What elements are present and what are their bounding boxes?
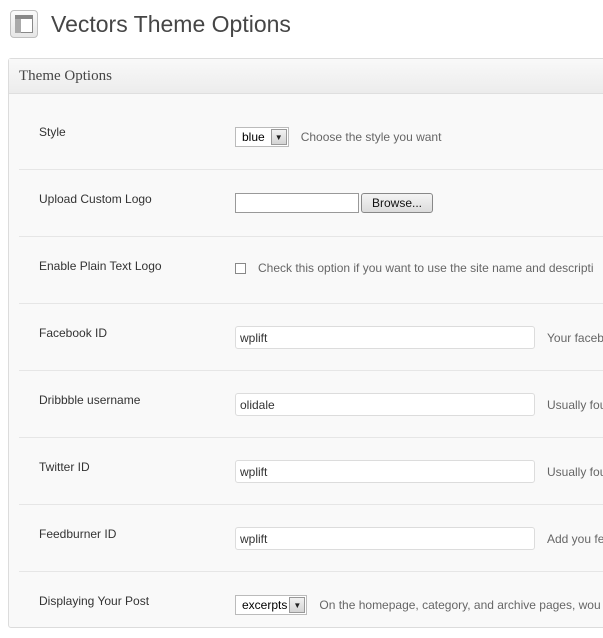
logo-file-input[interactable] xyxy=(235,193,359,213)
feedburner-row: Feedburner ID wplift Add you fe xyxy=(19,505,603,572)
browse-button[interactable]: Browse... xyxy=(361,193,434,213)
chevron-down-icon[interactable]: ▼ xyxy=(289,597,306,613)
style-row: Style blue ▼ Choose the style you want xyxy=(19,103,603,170)
display-post-label: Displaying Your Post xyxy=(39,594,150,608)
chevron-down-icon[interactable]: ▼ xyxy=(270,129,287,145)
page-header: Vectors Theme Options xyxy=(10,6,291,42)
logo-row: Upload Custom Logo Browse... xyxy=(19,170,603,237)
dribbble-hint: Usually fou xyxy=(547,397,603,412)
feedburner-hint: Add you fe xyxy=(547,531,603,546)
twitter-row: Twitter ID wplift Usually fou xyxy=(19,438,603,505)
feedburner-id-input[interactable]: wplift xyxy=(235,527,535,550)
facebook-label: Facebook ID xyxy=(39,326,108,340)
appearance-options-icon xyxy=(10,10,38,38)
plain-text-logo-row: Enable Plain Text Logo Check this option… xyxy=(19,237,603,304)
dribbble-username-input[interactable]: olidale xyxy=(235,393,535,416)
feedburner-label: Feedburner ID xyxy=(39,527,117,541)
plain-text-logo-label: Enable Plain Text Logo xyxy=(39,259,162,273)
logo-label: Upload Custom Logo xyxy=(39,192,152,206)
facebook-row: Facebook ID wplift Your faceb xyxy=(19,304,603,371)
facebook-id-input[interactable]: wplift xyxy=(235,326,535,349)
style-hint: Choose the style you want xyxy=(300,130,442,144)
display-post-row: Displaying Your Post excerpts ▼ On the h… xyxy=(19,572,603,638)
twitter-hint: Usually fou xyxy=(547,464,603,479)
panel-title: Theme Options xyxy=(9,59,603,94)
plain-text-logo-hint: Check this option if you want to use the… xyxy=(258,261,594,275)
style-select[interactable]: blue ▼ xyxy=(235,127,289,147)
page-title: Vectors Theme Options xyxy=(51,10,291,37)
dribbble-row: Dribbble username olidale Usually fou xyxy=(19,371,603,438)
display-post-select-value: excerpts xyxy=(242,598,288,612)
display-post-select[interactable]: excerpts ▼ xyxy=(235,595,308,615)
twitter-label: Twitter ID xyxy=(39,460,90,474)
plain-text-logo-checkbox[interactable] xyxy=(235,262,246,274)
theme-options-panel: Theme Options Style blue ▼ Choose the st… xyxy=(8,58,603,628)
style-label: Style xyxy=(39,125,66,139)
options-list: Style blue ▼ Choose the style you want U… xyxy=(19,103,603,638)
dribbble-label: Dribbble username xyxy=(39,393,141,407)
style-select-value: blue xyxy=(242,130,265,144)
display-post-hint: On the homepage, category, and archive p… xyxy=(319,598,601,612)
twitter-id-input[interactable]: wplift xyxy=(235,460,535,483)
facebook-hint: Your faceb xyxy=(547,330,603,345)
